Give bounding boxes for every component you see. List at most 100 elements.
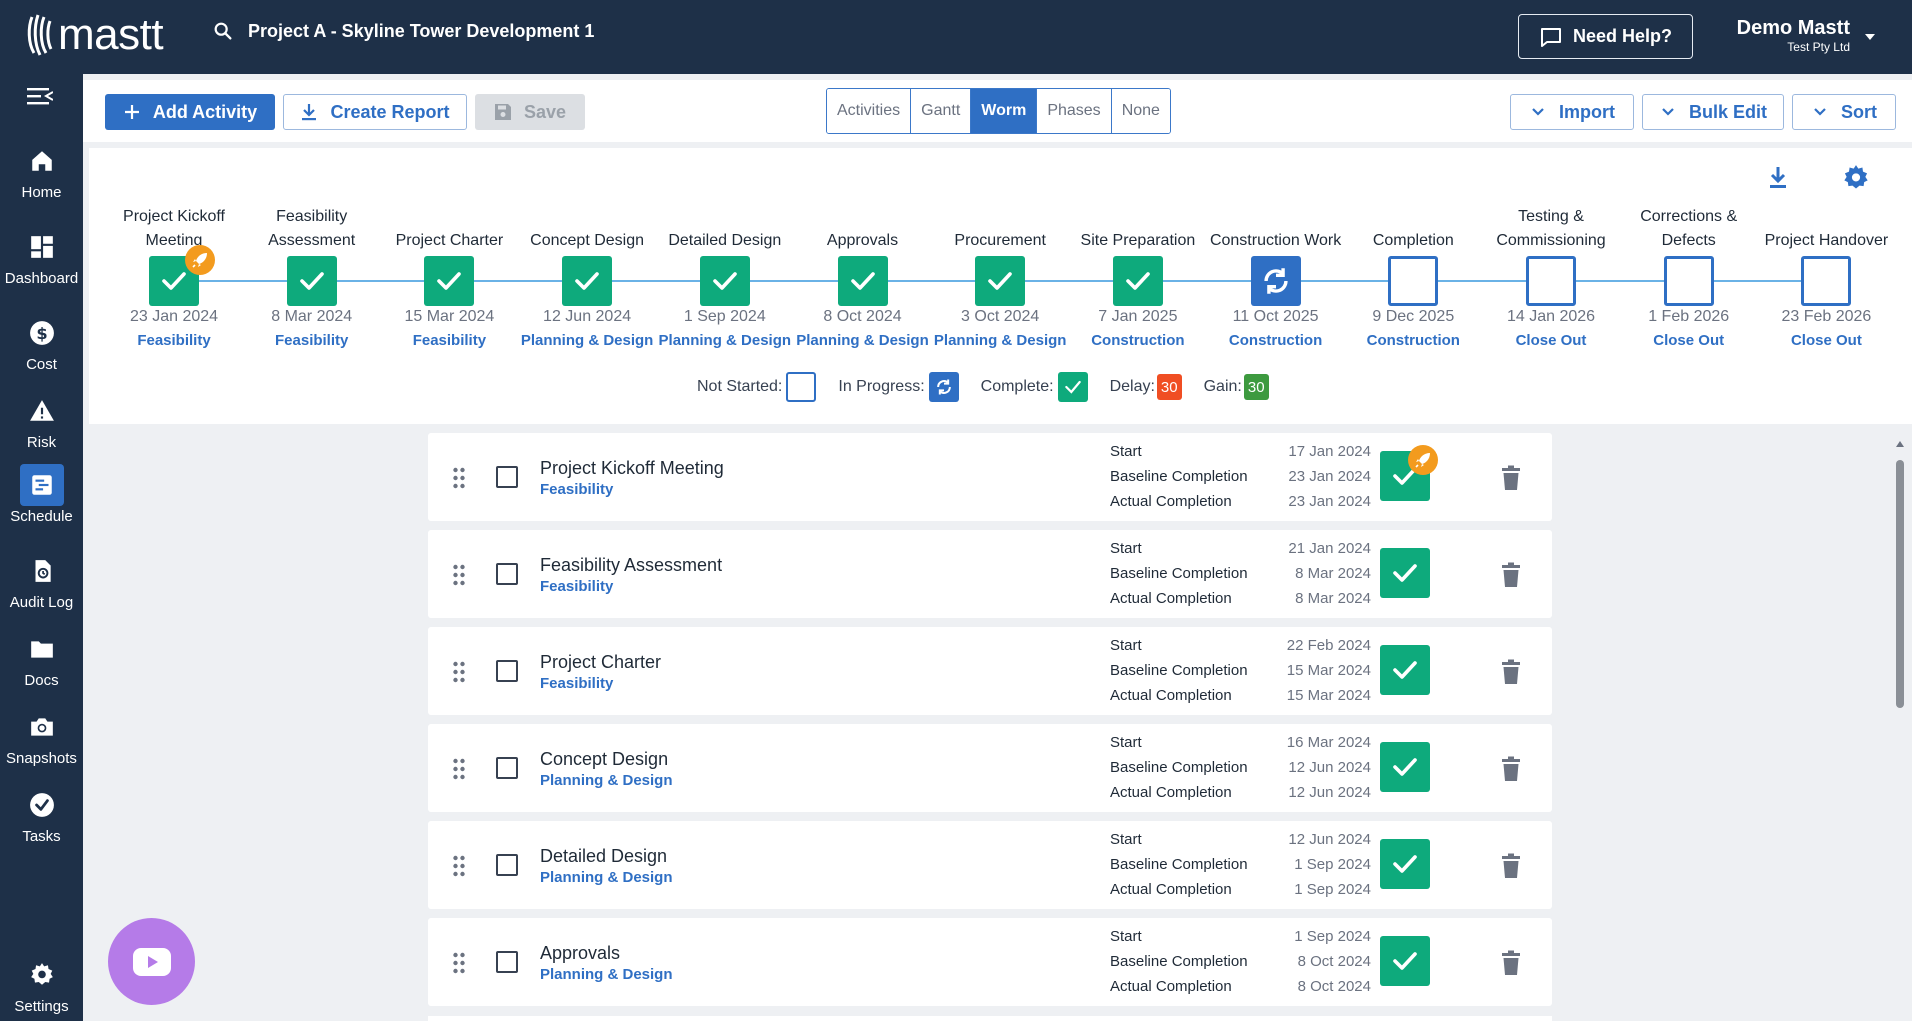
- milestone-item[interactable]: Feasibility Assessment 8 Mar 2024 Feasibil…: [243, 148, 381, 378]
- sidebar-item-risk[interactable]: Risk: [0, 390, 83, 460]
- status-complete-checkmark-icon[interactable]: [1380, 548, 1430, 598]
- trash-icon[interactable]: [1500, 756, 1522, 782]
- activity-select-checkbox[interactable]: [496, 660, 518, 682]
- milestone-complete-checkmark-icon[interactable]: [424, 256, 475, 306]
- baseline-completion-date[interactable]: 8 Oct 2024: [1298, 953, 1371, 970]
- trash-icon[interactable]: [1500, 950, 1522, 976]
- user-menu[interactable]: Demo Mastt Test Pty Ltd: [1724, 16, 1850, 54]
- activity-name[interactable]: Approvals: [540, 943, 620, 964]
- milestone-item[interactable]: Completion 9 Dec 2025 Construction: [1344, 148, 1482, 378]
- drag-handle-icon[interactable]: [452, 758, 466, 780]
- scrollbar[interactable]: [1893, 432, 1907, 1021]
- baseline-completion-date[interactable]: 1 Sep 2024: [1294, 856, 1371, 873]
- trash-icon[interactable]: [1500, 562, 1522, 588]
- activity-card[interactable]: Project Charter Feasibility Start Baseline …: [428, 627, 1552, 715]
- status-complete-checkmark-icon[interactable]: [1380, 936, 1430, 986]
- project-selector[interactable]: Project A - Skyline Tower Development 1: [212, 20, 594, 42]
- actual-completion-date[interactable]: 8 Oct 2024: [1298, 978, 1371, 995]
- actual-completion-date[interactable]: 23 Jan 2024: [1288, 493, 1371, 510]
- status-complete-checkmark-icon[interactable]: [1380, 839, 1430, 889]
- activity-select-checkbox[interactable]: [496, 757, 518, 779]
- actual-completion-date[interactable]: 1 Sep 2024: [1294, 881, 1371, 898]
- activity-card[interactable]: Concept Design Planning & Design Start Base…: [428, 724, 1552, 812]
- sidebar-item-tasks[interactable]: Tasks: [0, 784, 83, 854]
- milestone-item[interactable]: Construction Work 11 Oct 2025 Construction: [1207, 148, 1345, 378]
- activity-select-checkbox[interactable]: [496, 951, 518, 973]
- sidebar-item-settings[interactable]: Settings: [0, 954, 83, 1021]
- sidebar-item-audit-log[interactable]: Audit Log: [0, 550, 83, 620]
- view-worm[interactable]: Worm: [971, 89, 1038, 133]
- status-complete-checkmark-icon[interactable]: [1380, 645, 1430, 695]
- milestone-item[interactable]: Project Charter 15 Mar 2024 Feasibility: [380, 148, 518, 378]
- milestone-complete-checkmark-icon[interactable]: [837, 256, 888, 306]
- milestone-complete-checkmark-icon[interactable]: [562, 256, 613, 306]
- sidebar-item-home[interactable]: Home: [0, 140, 83, 210]
- start-date[interactable]: 16 Mar 2024: [1287, 734, 1371, 751]
- baseline-completion-date[interactable]: 15 Mar 2024: [1287, 662, 1371, 679]
- activity-name[interactable]: Feasibility Assessment: [540, 555, 722, 576]
- sidebar-item-cost[interactable]: $ Cost: [0, 312, 83, 382]
- actual-completion-date[interactable]: 8 Mar 2024: [1295, 590, 1371, 607]
- view-gantt[interactable]: Gantt: [911, 89, 972, 133]
- trash-icon[interactable]: [1500, 853, 1522, 879]
- sort-button[interactable]: Sort: [1792, 94, 1896, 130]
- sidebar-item-snapshots[interactable]: Snapshots: [0, 706, 83, 776]
- milestone-complete-checkmark-icon[interactable]: [286, 256, 337, 306]
- baseline-completion-date[interactable]: 8 Mar 2024: [1295, 565, 1371, 582]
- activity-select-checkbox[interactable]: [496, 563, 518, 585]
- activity-select-checkbox[interactable]: [496, 854, 518, 876]
- milestone-item[interactable]: Corrections & Defects 1 Feb 2026 Close Out: [1620, 148, 1758, 378]
- milestone-item[interactable]: Approvals 8 Oct 2024 Planning & Design: [794, 148, 932, 378]
- activity-card[interactable]: Detailed Design Planning & Design Start Bas…: [428, 821, 1552, 909]
- activity-name[interactable]: Concept Design: [540, 749, 668, 770]
- milestone-not-started-box[interactable]: [1801, 256, 1852, 306]
- menu-collapse-icon[interactable]: [27, 86, 53, 106]
- start-date[interactable]: 12 Jun 2024: [1288, 831, 1371, 848]
- actual-completion-date[interactable]: 15 Mar 2024: [1287, 687, 1371, 704]
- milestone-complete-checkmark-icon[interactable]: [699, 256, 750, 306]
- start-date[interactable]: 22 Feb 2024: [1287, 637, 1371, 654]
- baseline-completion-date[interactable]: 12 Jun 2024: [1288, 759, 1371, 776]
- activity-card[interactable]: Feasibility Assessment Feasibility Start Ba…: [428, 530, 1552, 618]
- mastt-logo[interactable]: mastt: [26, 10, 164, 60]
- sidebar-item-docs[interactable]: Docs: [0, 628, 83, 698]
- view-none[interactable]: None: [1111, 89, 1170, 133]
- sidebar-item-schedule[interactable]: Schedule: [0, 464, 83, 534]
- start-date[interactable]: 1 Sep 2024: [1294, 928, 1371, 945]
- add-activity-button[interactable]: Add Activity: [105, 94, 275, 130]
- drag-handle-icon[interactable]: [452, 564, 466, 586]
- activity-name[interactable]: Project Charter: [540, 652, 661, 673]
- drag-handle-icon[interactable]: [452, 855, 466, 877]
- save-button[interactable]: Save: [475, 94, 585, 130]
- milestone-not-started-box[interactable]: [1663, 256, 1714, 306]
- trash-icon[interactable]: [1500, 465, 1522, 491]
- milestone-complete-checkmark-icon[interactable]: [975, 256, 1026, 306]
- sidebar-item-dashboard[interactable]: Dashboard: [0, 226, 83, 296]
- milestone-item[interactable]: Project Handover 23 Feb 2026 Close Out: [1757, 148, 1895, 378]
- milestone-item[interactable]: Project Kickoff Meeting 23 Jan 2024 Feasib…: [105, 148, 243, 378]
- milestone-item[interactable]: Detailed Design 1 Sep 2024 Planning & Desi…: [656, 148, 794, 378]
- activity-select-checkbox[interactable]: [496, 466, 518, 488]
- need-help-button[interactable]: Need Help?: [1518, 14, 1693, 59]
- activity-name[interactable]: Project Kickoff Meeting: [540, 458, 724, 479]
- view-phases[interactable]: Phases: [1037, 89, 1112, 133]
- trash-icon[interactable]: [1500, 659, 1522, 685]
- status-complete-checkmark-icon[interactable]: [1380, 742, 1430, 792]
- drag-handle-icon[interactable]: [452, 467, 466, 489]
- scroll-thumb[interactable]: [1896, 460, 1904, 708]
- import-button[interactable]: Import: [1510, 94, 1634, 130]
- milestone-complete-checkmark-icon[interactable]: [1112, 256, 1163, 306]
- start-date[interactable]: 17 Jan 2024: [1288, 443, 1371, 460]
- view-activities[interactable]: Activities: [827, 89, 912, 133]
- drag-handle-icon[interactable]: [452, 952, 466, 974]
- drag-handle-icon[interactable]: [452, 661, 466, 683]
- activity-name[interactable]: Detailed Design: [540, 846, 667, 867]
- video-tutorial-button[interactable]: [108, 918, 195, 1005]
- baseline-completion-date[interactable]: 23 Jan 2024: [1288, 468, 1371, 485]
- milestone-not-started-box[interactable]: [1526, 256, 1576, 306]
- start-date[interactable]: 21 Jan 2024: [1288, 540, 1371, 557]
- milestone-item[interactable]: Procurement 3 Oct 2024 Planning & Design: [931, 148, 1069, 378]
- milestone-item[interactable]: Site Preparation 7 Jan 2025 Construction: [1069, 148, 1207, 378]
- activity-card[interactable]: Project Kickoff Meeting Feasibility Start B…: [428, 433, 1552, 521]
- create-report-button[interactable]: Create Report: [283, 94, 467, 130]
